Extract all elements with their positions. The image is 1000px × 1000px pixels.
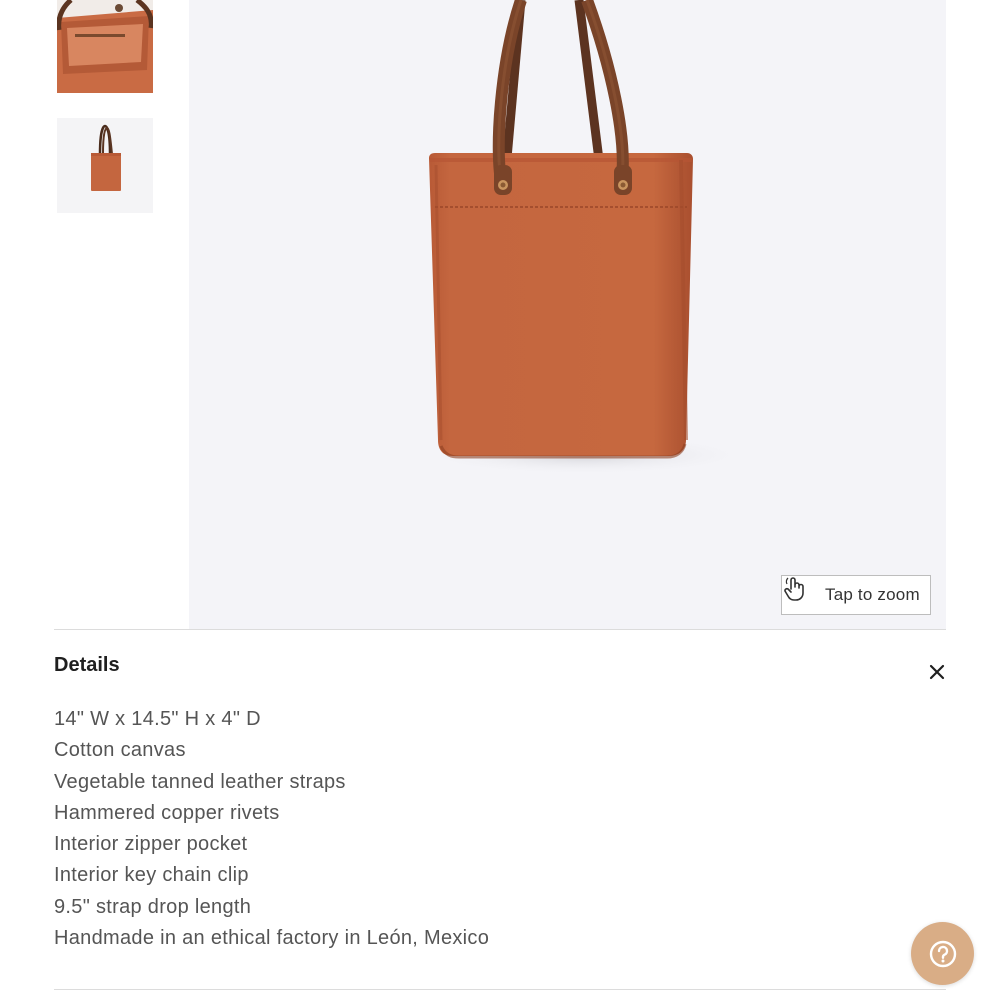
close-details-button[interactable] xyxy=(925,660,949,684)
details-heading: Details xyxy=(54,654,120,676)
detail-strap-drop: 9.5" strap drop length xyxy=(54,895,252,918)
details-list: 14" W x 14.5" H x 4" D Cotton canvas Veg… xyxy=(54,704,489,954)
tote-bag-image xyxy=(419,0,749,475)
detail-dimensions: 14" W x 14.5" H x 4" D xyxy=(54,708,261,730)
detail-zipper-pocket: Interior zipper pocket xyxy=(54,833,248,856)
question-circle-icon xyxy=(929,940,956,967)
detail-rivets: Hammered copper rivets xyxy=(54,801,280,824)
thumbnail-front[interactable] xyxy=(57,118,153,213)
divider-top xyxy=(54,629,946,630)
detail-key-clip: Interior key chain clip xyxy=(54,864,249,887)
detail-material: Cotton canvas xyxy=(54,739,186,762)
detail-straps: Vegetable tanned leather straps xyxy=(54,770,346,793)
tote-interior-image xyxy=(57,0,153,93)
tap-to-zoom-label: Tap to zoom xyxy=(825,585,920,604)
product-hero-image[interactable]: Tap to zoom xyxy=(189,0,946,629)
help-button[interactable] xyxy=(911,922,974,985)
detail-origin: Handmade in an ethical factory in León, … xyxy=(54,927,490,950)
tap-to-zoom-button[interactable]: Tap to zoom xyxy=(781,575,931,615)
hand-pointer-icon xyxy=(784,577,818,608)
close-icon xyxy=(929,664,945,680)
thumbnail-interior[interactable] xyxy=(57,0,153,93)
divider-bottom xyxy=(54,989,946,990)
tote-front-image xyxy=(57,118,153,213)
